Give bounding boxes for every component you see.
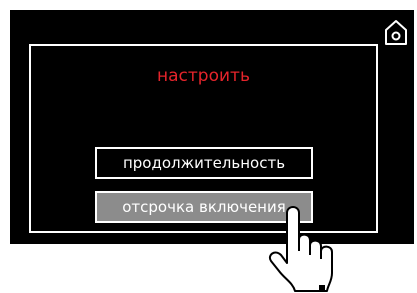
home-icon[interactable] — [384, 18, 408, 46]
option-duration-button[interactable]: продолжительность — [95, 147, 313, 179]
instruction-illustration: настроить продолжительность отсрочка вкл… — [0, 0, 417, 293]
pointing-hand-icon — [269, 206, 333, 292]
menu-title: настроить — [157, 66, 250, 86]
